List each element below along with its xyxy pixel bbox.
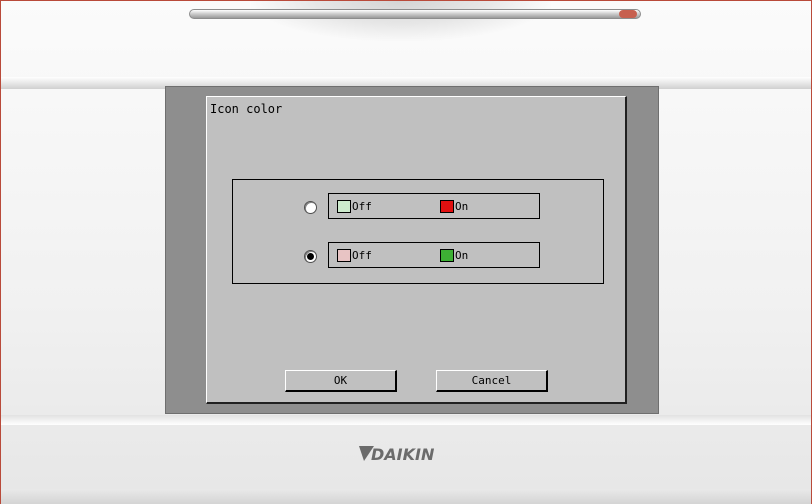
top-notch <box>251 1 551 41</box>
stylus-tip <box>619 10 637 18</box>
dialog-title: Icon color <box>210 102 283 116</box>
color-option-radio-1[interactable] <box>304 201 317 214</box>
cancel-button[interactable]: Cancel <box>436 370 548 392</box>
controller-device: Icon color Off On Off On OK Cancel DAIKI… <box>0 0 812 504</box>
daikin-logo: DAIKIN <box>359 445 435 464</box>
bezel-band-bottom <box>1 415 811 425</box>
on-color-swatch <box>440 200 454 213</box>
off-label: Off <box>352 249 372 262</box>
stylus <box>189 9 641 19</box>
icon-color-dialog: Icon color Off On Off On OK Cancel <box>206 96 627 404</box>
radio-selected-dot <box>307 253 314 260</box>
on-color-swatch <box>440 249 454 262</box>
off-label: Off <box>352 200 372 213</box>
ok-button[interactable]: OK <box>285 370 397 392</box>
off-color-swatch <box>337 200 351 213</box>
brand-text: DAIKIN <box>371 445 435 464</box>
bezel-bottom-edge <box>1 489 811 504</box>
color-option-2[interactable]: Off On <box>328 242 540 268</box>
color-option-radio-2[interactable] <box>304 250 317 263</box>
off-color-swatch <box>337 249 351 262</box>
icon-color-options-group: Off On Off On <box>232 179 604 284</box>
on-label: On <box>455 249 469 262</box>
on-label: On <box>455 200 469 213</box>
color-option-1[interactable]: Off On <box>328 193 540 219</box>
